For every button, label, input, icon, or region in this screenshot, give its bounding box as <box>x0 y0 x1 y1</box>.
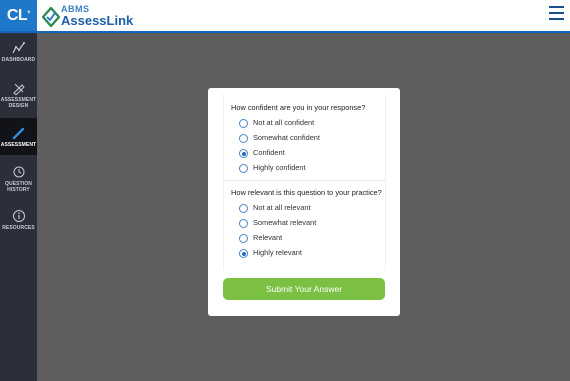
history-icon <box>13 166 24 178</box>
submit-answer-button[interactable]: Submit Your Answer <box>223 278 385 300</box>
cl-logo-text: CL <box>6 7 28 24</box>
sidebar: DASHBOARD ASSESSMENT DESIGN ASSESSMENT Q… <box>0 33 37 381</box>
sidebar-item-label: ASSESSMENT <box>0 142 37 148</box>
question-title: How relevant is this question to your pr… <box>231 188 382 197</box>
radio-button[interactable] <box>239 219 248 228</box>
option-label: Somewhat relevant <box>253 218 317 227</box>
sidebar-item-label: DASHBOARD <box>1 57 36 63</box>
option-label: Not at all relevant <box>253 203 311 212</box>
option-label: Highly relevant <box>253 248 302 257</box>
sidebar-item-label: ASSESSMENT DESIGN <box>0 97 37 109</box>
abms-logo-mark-icon <box>42 7 60 27</box>
radio-button[interactable] <box>239 164 248 173</box>
sidebar-item-assessment-design[interactable]: ASSESSMENT DESIGN <box>0 81 37 115</box>
sidebar-item-question-history[interactable]: QUESTION HISTORY <box>0 165 37 199</box>
info-icon <box>12 210 25 222</box>
hamburger-icon[interactable] <box>549 6 564 20</box>
cl-logo[interactable]: CL+ <box>0 0 37 31</box>
radio-button-selected[interactable] <box>239 249 248 258</box>
radio-button[interactable] <box>239 119 248 128</box>
option-label: Somewhat confident <box>253 133 320 142</box>
option-label: Highly confident <box>253 163 306 172</box>
pencil-icon <box>12 127 24 140</box>
option-label: Relevant <box>253 233 283 242</box>
pencil-ruler-icon <box>12 83 25 95</box>
sidebar-item-assessment[interactable]: ASSESSMENT <box>0 118 37 155</box>
top-bar: CL+ ABMS AssessLink <box>0 0 570 31</box>
radio-button[interactable] <box>239 134 248 143</box>
cl-logo-sup: + <box>27 10 31 16</box>
top-bar-accent <box>0 31 570 33</box>
sidebar-item-dashboard[interactable]: DASHBOARD <box>0 41 37 71</box>
confidence-question: How confident are you in your response? … <box>223 94 386 181</box>
confidence-modal: How confident are you in your response? … <box>208 88 400 316</box>
sidebar-item-label: QUESTION HISTORY <box>5 181 32 193</box>
sidebar-item-label: RESOURCES <box>2 225 35 231</box>
option-label: Confident <box>253 148 285 157</box>
brand-name: AssessLink <box>61 13 134 28</box>
option-label: Not at all confident <box>253 118 315 127</box>
sidebar-item-resources[interactable]: RESOURCES <box>0 209 37 239</box>
radio-button-selected[interactable] <box>239 149 248 158</box>
chart-line-icon <box>11 42 25 54</box>
relevance-question: How relevant is this question to your pr… <box>223 180 386 270</box>
radio-button[interactable] <box>239 234 248 243</box>
radio-button[interactable] <box>239 204 248 213</box>
question-title: How confident are you in your response? <box>231 103 366 112</box>
